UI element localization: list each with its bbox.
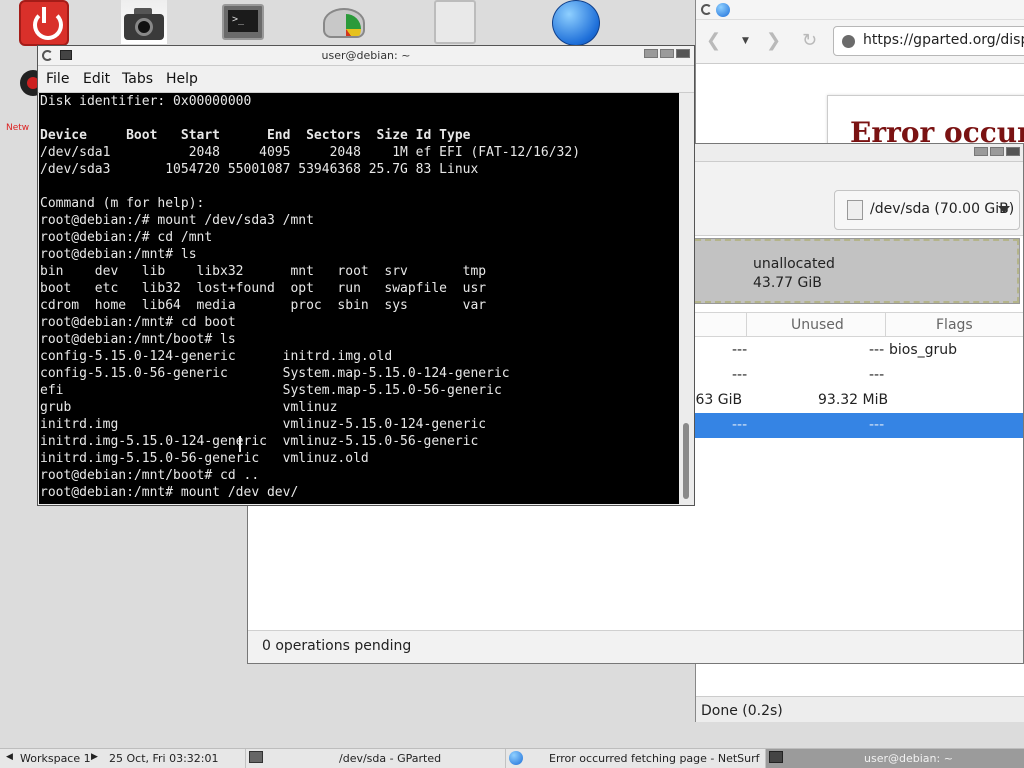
- terminal-output[interactable]: Disk identifier: 0x00000000 Device Boot …: [39, 93, 679, 504]
- terminal-line: config-5.15.0-124-generic initrd.img.old: [40, 349, 393, 364]
- terminal-line: root@debian:/# mount /dev/sda3 /mnt: [40, 213, 314, 228]
- terminal-line: /dev/sda1 2048 4095 2048 1M ef EFI (FAT-…: [40, 145, 581, 160]
- menu-edit[interactable]: Edit: [83, 71, 110, 87]
- unallocated-size: 43.77 GiB: [753, 275, 822, 291]
- terminal-scrollbar[interactable]: [679, 93, 693, 504]
- terminal-line: root@debian:/mnt# mount /dev dev/: [40, 485, 299, 500]
- blank-file-icon[interactable]: [434, 0, 476, 44]
- terminal-line: config-5.15.0-56-generic System.map-5.15…: [40, 366, 510, 381]
- minimize-button[interactable]: [974, 147, 988, 156]
- task-netsurf-label: Error occurred fetching page - NetSurf: [549, 752, 760, 765]
- task-netsurf[interactable]: Error occurred fetching page - NetSurf: [505, 749, 765, 768]
- back-arrow-icon[interactable]: ❮: [706, 30, 721, 51]
- terminal-icon[interactable]: [222, 4, 264, 40]
- minimize-button[interactable]: [644, 49, 658, 58]
- task-terminal-label: user@debian: ~: [864, 752, 953, 765]
- terminal-line: initrd.img vmlinuz-5.15.0-124-generic: [40, 417, 487, 432]
- globe-small-icon: [509, 751, 523, 765]
- workspace-left-arrow-icon[interactable]: ◀: [6, 752, 13, 762]
- terminal-small-icon: [769, 751, 783, 763]
- terminal-line: root@debian:/mnt# ls: [40, 247, 197, 262]
- scrollbar-thumb[interactable]: [683, 423, 689, 499]
- url-bar[interactable]: https://gparted.org/displa: [833, 26, 1024, 56]
- text-cursor-ibeam-icon: [239, 436, 247, 452]
- terminal-small-icon: [249, 751, 263, 763]
- terminal-line: grub vmlinuz: [40, 400, 338, 415]
- terminal-window: user@debian: ~ File Edit Tabs Help Disk …: [37, 45, 695, 506]
- maximize-button[interactable]: [660, 49, 674, 58]
- url-text: https://gparted.org/displa: [863, 32, 1024, 48]
- terminal-line: root@debian:/mnt/boot# ls: [40, 332, 236, 347]
- terminal-line: /dev/sda3 1054720 55001087 53946368 25.7…: [40, 162, 479, 177]
- device-selector-label: /dev/sda (70.00 GiB): [870, 201, 1015, 217]
- chevron-down-icon: [998, 206, 1010, 213]
- column-unused[interactable]: Unused: [791, 317, 844, 333]
- terminal-line: efi System.map-5.15.0-56-generic: [40, 383, 502, 398]
- gparted-status-bar: 0 operations pending: [248, 630, 1023, 663]
- workspace-name[interactable]: Workspace 1: [20, 752, 91, 765]
- terminal-line: Device Boot Start End Sectors Size Id Ty…: [40, 128, 471, 143]
- netsurf-toolbar: ❮ ▼ ❯ ↻ https://gparted.org/displa: [696, 20, 1024, 64]
- netsurf-status-bar: Done (0.2s): [696, 696, 1024, 722]
- column-flags[interactable]: Flags: [936, 317, 973, 333]
- window-menu-icon[interactable]: [701, 4, 712, 15]
- clock[interactable]: 25 Oct, Fri 03:32:01: [109, 752, 219, 765]
- disk-usage-icon[interactable]: [323, 8, 365, 44]
- power-icon[interactable]: [19, 0, 69, 46]
- terminal-line: boot etc lib32 lost+found opt run swapfi…: [40, 281, 487, 296]
- camera-icon[interactable]: [121, 0, 167, 44]
- task-gparted-label: /dev/sda - GParted: [339, 752, 442, 765]
- task-gparted[interactable]: /dev/sda - GParted: [245, 749, 505, 768]
- netsurf-page: Error occur: [696, 65, 1024, 155]
- terminal-line: root@debian:/# cd /mnt: [40, 230, 213, 245]
- netsurf-titlebar[interactable]: [696, 0, 1024, 20]
- terminal-line: cdrom home lib64 media proc sbin sys var: [40, 298, 487, 313]
- workspace-right-arrow-icon[interactable]: ▶: [91, 752, 98, 762]
- terminal-titlebar[interactable]: user@debian: ~: [38, 46, 694, 66]
- globe-icon[interactable]: [552, 0, 600, 46]
- forward-arrow-icon[interactable]: ❯: [766, 30, 781, 51]
- maximize-button[interactable]: [990, 147, 1004, 156]
- terminal-line: initrd.img-5.15.0-124-generic vmlinuz-5.…: [40, 434, 479, 449]
- terminal-line: Disk identifier: 0x00000000: [40, 94, 252, 109]
- terminal-line: root@debian:/mnt/boot# cd ..: [40, 468, 260, 483]
- terminal-line: bin dev lib libx32 mnt root srv tmp: [40, 264, 487, 279]
- close-button[interactable]: [676, 49, 690, 58]
- taskbar: ◀ Workspace 1 ▶ 25 Oct, Fri 03:32:01 /de…: [0, 748, 1024, 768]
- terminal-title: user@debian: ~: [321, 49, 411, 62]
- reload-icon[interactable]: ↻: [802, 30, 817, 51]
- history-dropdown-icon[interactable]: ▼: [742, 36, 749, 46]
- terminal-menubar: File Edit Tabs Help: [38, 66, 694, 93]
- unallocated-label: unallocated: [753, 256, 835, 272]
- netsurf-app-icon: [716, 3, 730, 17]
- terminal-line: initrd.img-5.15.0-56-generic vmlinuz.old: [40, 451, 369, 466]
- menu-file[interactable]: File: [46, 71, 69, 87]
- terminal-line: Command (m for help):: [40, 196, 205, 211]
- device-selector[interactable]: /dev/sda (70.00 GiB): [834, 190, 1020, 230]
- disk-icon: [847, 200, 863, 220]
- site-identity-icon: [842, 35, 855, 48]
- terminal-line: root@debian:/mnt# cd boot: [40, 315, 236, 330]
- task-terminal[interactable]: user@debian: ~: [765, 749, 1024, 768]
- close-button[interactable]: [1006, 147, 1020, 156]
- menu-tabs[interactable]: Tabs: [122, 71, 153, 87]
- network-icon-label: Netw: [6, 123, 30, 133]
- menu-help[interactable]: Help: [166, 71, 198, 87]
